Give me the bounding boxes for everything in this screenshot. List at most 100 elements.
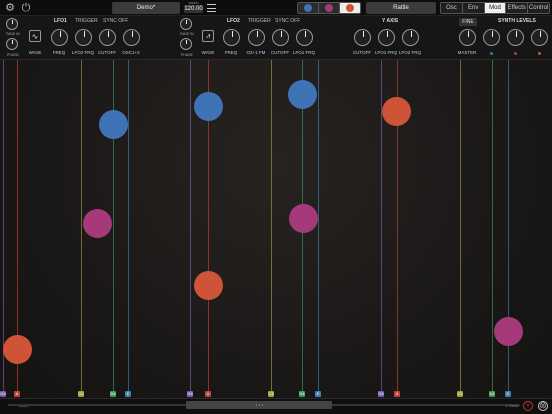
grip-line [256, 404, 257, 406]
lfo2-lfo1frq-label: LFO1 FRQ [292, 50, 315, 55]
lfo1-freq-knob[interactable] [51, 29, 68, 46]
string-note-label: E [315, 391, 321, 397]
lfo1-fade-in-label: FADE IN [6, 32, 20, 36]
string-line[interactable] [460, 60, 461, 393]
voice-button-pink[interactable] [319, 3, 340, 13]
lfo2-fade-in-label: FADE IN [180, 32, 194, 36]
power-icon[interactable]: ⏻ [20, 2, 32, 14]
grip-line [259, 404, 260, 406]
yaxis-lfo2frq-label: LFO2 FRQ [398, 50, 421, 55]
voice-dot-blue [304, 4, 312, 12]
orange-level-knob[interactable] [531, 29, 548, 46]
lfo1-wave-selector[interactable]: ∿ [29, 30, 41, 42]
yaxis-title: Y AXIS [382, 18, 399, 24]
string-line[interactable] [271, 60, 272, 393]
lfo2-phase-label: PHASE [181, 53, 193, 57]
tab-env[interactable]: Env [462, 3, 485, 13]
ball-orange[interactable] [193, 270, 223, 300]
string-line[interactable] [128, 60, 129, 393]
tab-control[interactable]: Control [528, 3, 549, 13]
settings-gear-icon[interactable]: ⚙ [4, 2, 16, 14]
blue-level-knob[interactable] [483, 29, 500, 46]
lfo2-lfo1frq-knob[interactable] [296, 29, 313, 46]
lfo1-fade-in-knob[interactable] [6, 18, 18, 30]
string-note-label: E [505, 391, 511, 397]
instrument-name-button[interactable]: Rattle [366, 2, 436, 14]
top-bar: ⚙ ⏻ Demo* TEMPO 120.00 Rattle Osc Env Mo… [0, 0, 552, 16]
tab-effects[interactable]: Effects [506, 3, 529, 13]
lfo2-phase-knob[interactable] [180, 38, 192, 50]
lfo1-trigger-button[interactable]: TRIGGER [75, 18, 98, 24]
string-note-label: E [125, 391, 131, 397]
ball-orange[interactable] [381, 96, 411, 126]
string-line[interactable] [81, 60, 82, 393]
lfo2-trigger-button[interactable]: TRIGGER [248, 18, 271, 24]
lfo1-phase-label: PHASE [7, 53, 19, 57]
tempo-value: 120.00 [184, 5, 203, 13]
pink-level-knob[interactable] [507, 29, 524, 46]
voice-dot-pink [325, 4, 333, 12]
string-note-label: A [205, 391, 211, 397]
string-line[interactable] [318, 60, 319, 393]
yaxis-lfo2frq-knob[interactable] [402, 29, 419, 46]
tab-bar: Osc Env Mod Effects Control [440, 2, 550, 14]
reset-button[interactable]: ⨂ [538, 401, 548, 411]
lfo2-fade-in-knob[interactable] [180, 18, 192, 30]
orange-level-dot [538, 52, 541, 55]
ball-pink[interactable] [82, 208, 112, 238]
lfo2-title: LFO2 [227, 18, 240, 24]
yaxis-cutoff-knob[interactable] [354, 29, 371, 46]
lfo1-cutoff-knob[interactable] [99, 29, 116, 46]
blue-level-dot [490, 52, 493, 55]
ball-blue[interactable] [98, 109, 128, 139]
app-window: ⚙ ⏻ Demo* TEMPO 120.00 Rattle Osc Env Mo… [0, 0, 552, 414]
string-note-label: G4 [187, 391, 193, 397]
fine-button[interactable]: FINE [459, 18, 477, 26]
lfo1-title: LFO1 [54, 18, 67, 24]
lfo2-wave-selector[interactable]: ⩘ [202, 30, 214, 42]
pink-level-dot [514, 52, 517, 55]
lfo2-freq-knob[interactable] [223, 29, 240, 46]
string-line[interactable] [492, 60, 493, 393]
lfo2-sync-button[interactable]: SYNC OFF [275, 18, 300, 24]
string-note-label: C4 [268, 391, 274, 397]
keyboard-scroll-thumb[interactable] [186, 401, 332, 409]
tab-mod[interactable]: Mod [484, 3, 507, 13]
lfo2-fm-knob[interactable] [248, 29, 265, 46]
lfo1-osc12-knob[interactable] [123, 29, 140, 46]
ball-blue[interactable] [193, 91, 223, 121]
yaxis-lfo1frq-knob[interactable] [378, 29, 395, 46]
sawtooth-wave-icon: ⩘ [205, 31, 211, 40]
ball-blue[interactable] [287, 79, 317, 109]
right-octave-label: 1 Oktav [505, 403, 519, 408]
master-level-label: MASTER [457, 50, 477, 55]
voice-dot-orange [346, 4, 354, 12]
synth-levels-title: SYNTH LEVELS [498, 18, 536, 24]
string-note-label: A [14, 391, 20, 397]
ball-pink[interactable] [288, 203, 318, 233]
bottom-bar: Oktav 1 Oktav × ⨂ [0, 398, 552, 414]
ball-pink[interactable] [493, 316, 523, 346]
voice-button-orange[interactable] [340, 3, 360, 13]
lfo1-lfo2frq-knob[interactable] [75, 29, 92, 46]
string-playfield[interactable]: G4 A C4 D4 E G4 A C4 D4 E G4 A C4 D4 E [0, 60, 552, 402]
modulation-controls: FADE IN PHASE LFO1 TRIGGER SYNC OFF ∿ WA… [0, 16, 552, 60]
lfo1-osc12-label: OSC1+2 [122, 50, 140, 55]
preset-name-button[interactable]: Demo* [112, 2, 180, 14]
lfo1-phase-knob[interactable] [6, 38, 18, 50]
ball-orange[interactable] [2, 334, 32, 364]
menu-icon[interactable] [207, 4, 216, 12]
string-line[interactable] [190, 60, 191, 393]
grip-line [262, 404, 263, 406]
lfo1-sync-button[interactable]: SYNC OFF [103, 18, 128, 24]
lfo2-cutoff-knob[interactable] [272, 29, 289, 46]
master-level-knob[interactable] [459, 29, 476, 46]
string-note-label: D4 [299, 391, 305, 397]
string-note-label: C4 [457, 391, 463, 397]
string-note-label: A [394, 391, 400, 397]
tab-osc[interactable]: Osc [441, 3, 463, 13]
tempo-display[interactable]: TEMPO 120.00 [184, 1, 203, 15]
voice-button-blue[interactable] [298, 3, 319, 13]
clear-balls-button[interactable]: × [523, 401, 533, 411]
string-note-label: G4 [378, 391, 384, 397]
